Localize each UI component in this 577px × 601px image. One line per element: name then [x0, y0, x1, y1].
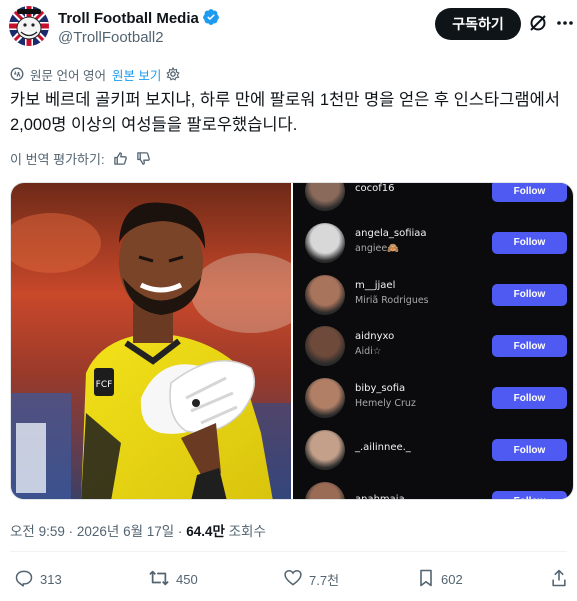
ig-username: aidnyxo: [355, 331, 395, 343]
ig-follow-button: Follow: [492, 439, 567, 461]
ig-follow-button: Follow: [492, 335, 567, 358]
ig-follow-row: cocof16 Follow: [293, 183, 573, 217]
ig-profile-avatar: [305, 326, 345, 367]
post-timestamp[interactable]: 오전 9:59 · 2026년 6월 17일 ·: [10, 524, 186, 539]
translation-label: 원문 언어 영어: [30, 68, 106, 83]
instagram-following-screenshot[interactable]: cocof16 Follow angela_sofiiaa angiee🙈 Follow…: [293, 183, 573, 500]
rate-translation: 이 번역 평가하기:: [10, 148, 151, 168]
verified-badge-icon: [202, 8, 220, 30]
repost-button[interactable]: 450: [148, 568, 198, 591]
heart-icon: [283, 568, 309, 591]
ig-follow-row: angela_sofiiaa angiee🙈 Follow: [293, 217, 573, 269]
ig-follow-row: _.ailinnee._ Follow: [293, 424, 573, 476]
ig-profile-avatar: [305, 274, 345, 315]
show-original-link[interactable]: 원본 보기: [112, 65, 161, 84]
divider: [10, 551, 567, 552]
author-name[interactable]: Troll Football Media: [58, 8, 220, 30]
ig-follow-button: Follow: [492, 387, 567, 410]
more-icon[interactable]: [556, 13, 574, 33]
views-label: 조회수: [224, 524, 266, 539]
ig-follow-row: biby_sofia Hemely Cruz Follow: [293, 372, 573, 424]
translation-info: 원문 언어 영어 원본 보기: [10, 64, 181, 84]
ig-follow-row: aidnyxo Aidi☆ Follow: [293, 320, 573, 372]
views-count: 64.4만: [186, 524, 225, 539]
ig-username: anahmaia: [355, 493, 405, 500]
ig-username: biby_sofia: [355, 383, 406, 395]
share-icon: [550, 568, 574, 591]
ig-username: cocof16: [355, 183, 395, 194]
ig-username: m__jjael: [355, 279, 396, 291]
ig-follow-button: Follow: [492, 183, 567, 202]
bookmark-icon: [417, 568, 441, 591]
grok-icon[interactable]: [528, 13, 548, 33]
bookmark-button[interactable]: 602: [417, 568, 463, 591]
post-media[interactable]: FCF cocof16 Follow angela_sofiiaa angiee🙈 Fo…: [10, 182, 574, 500]
like-count: 7.7천: [309, 573, 340, 588]
repost-count: 450: [176, 572, 198, 587]
ig-follow-button: Follow: [492, 490, 567, 499]
translate-icon: [10, 67, 24, 81]
author-name-text[interactable]: Troll Football Media: [58, 10, 199, 27]
ig-display-name: angiee🙈: [355, 242, 400, 254]
ig-profile-avatar: [305, 183, 345, 211]
ig-follow-button: Follow: [492, 231, 567, 254]
ig-follow-button: Follow: [492, 283, 567, 306]
post-actions: 313 450 7.7천 602: [0, 564, 577, 594]
share-button[interactable]: [550, 568, 574, 591]
rate-translation-label: 이 번역 평가하기:: [10, 151, 105, 167]
author-avatar[interactable]: [9, 6, 49, 46]
ig-follow-row: m__jjael Miriã Rodrigues Follow: [293, 269, 573, 321]
post-meta: 오전 9:59 · 2026년 6월 17일 · 64.4만 조회수: [10, 520, 266, 540]
ig-display-name: Aidi☆: [355, 346, 382, 358]
reply-button[interactable]: 313: [14, 568, 62, 591]
ig-profile-avatar: [305, 481, 345, 499]
thumbs-up-icon[interactable]: [113, 151, 128, 166]
ig-profile-avatar: [305, 222, 345, 263]
post-header: Troll Football Media @TrollFootball2 구독하…: [0, 0, 577, 54]
reply-count: 313: [40, 572, 62, 587]
gear-icon[interactable]: [166, 66, 181, 81]
bookmark-count: 602: [441, 572, 463, 587]
author-handle[interactable]: @TrollFootball2: [58, 29, 164, 46]
ig-display-name: Hemely Cruz: [355, 398, 416, 410]
svg-text:FCF: FCF: [96, 380, 113, 390]
post-text: 카보 베르데 골키퍼 보지냐, 하루 만에 팔로워 1천만 명을 얻은 후 인스…: [10, 91, 560, 134]
reply-icon: [14, 568, 40, 591]
ig-profile-avatar: [305, 378, 345, 419]
ig-profile-avatar: [305, 430, 345, 470]
ig-follow-row: anahmaia Follow: [293, 476, 573, 500]
goalkeeper-photo[interactable]: FCF: [11, 183, 311, 499]
subscribe-button[interactable]: 구독하기: [435, 8, 521, 40]
ig-display-name: Miriã Rodrigues: [355, 294, 429, 306]
ig-username: angela_sofiiaa: [355, 227, 427, 239]
ig-username: _.ailinnee._: [355, 442, 411, 453]
thumbs-down-icon[interactable]: [136, 151, 151, 166]
repost-icon: [148, 568, 176, 591]
like-button[interactable]: 7.7천: [283, 568, 339, 591]
